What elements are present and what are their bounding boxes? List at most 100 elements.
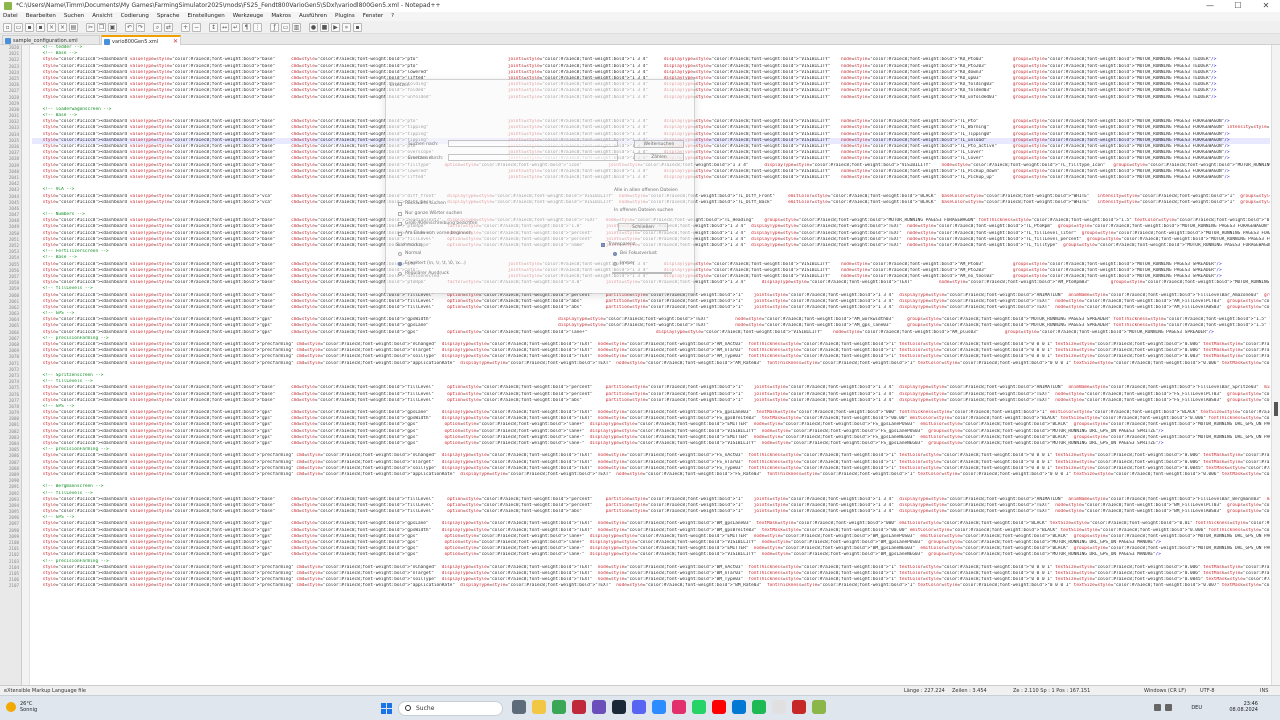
minimize-button[interactable]: — [1196,0,1224,12]
search-input[interactable] [448,140,618,147]
scrollbar-thumb[interactable] [1274,402,1278,416]
status-encoding[interactable]: UTF-8 [1200,688,1215,694]
transparency-slider[interactable] [612,272,672,274]
stop-macro-icon[interactable]: ■ [320,22,329,32]
zoom-in-icon[interactable]: + [181,22,190,32]
menu-makros[interactable]: Makros [271,12,291,21]
save-all-icon[interactable]: ▪ [36,22,45,32]
record-macro-icon[interactable]: ● [309,22,318,32]
replace-all-open-files[interactable]: Alle in allen offenen Dateien [614,188,678,193]
discord-icon[interactable] [632,700,646,714]
count-button[interactable]: Zählen [634,153,684,161]
instagram-icon[interactable] [672,700,686,714]
transparency-always-radio[interactable] [613,262,617,266]
language-indicator[interactable]: DEU [1191,705,1202,711]
code-line[interactable]: style="color:#1c1cc8"><dashboard valueTy… [32,361,1270,367]
app-red2-icon[interactable] [792,700,806,714]
menu-sprache[interactable]: Sprache [157,12,180,21]
find-replace-dialog[interactable]: Ersetzen Suchen nach: Ersetzen durch: We… [385,79,695,294]
folder-workspace-icon[interactable]: ▭ [281,22,290,32]
spotify-icon[interactable] [752,700,766,714]
vertical-scrollbar[interactable] [1271,45,1280,685]
code-line[interactable]: style="color:#1c1cc8"><dashboard valueTy… [32,472,1270,478]
notepadpp-taskbar-icon[interactable] [812,700,826,714]
youtube-icon[interactable] [712,700,726,714]
code-line[interactable]: style="color:#1c1cc8"><dashboard valueTy… [32,64,1270,70]
status-eol[interactable]: Windows (CR LF) [1144,688,1186,694]
save-icon[interactable]: ▪ [25,22,34,32]
menu-suchen[interactable]: Suchen [64,12,84,21]
menu-help[interactable]: ? [391,12,394,21]
menu-ansicht[interactable]: Ansicht [92,12,112,21]
sync-vertical-icon[interactable]: ↕ [209,22,218,32]
replace-icon[interactable]: ⇄ [164,22,173,32]
menu-bearbeiten[interactable]: Bearbeiten [26,12,56,21]
redo-icon[interactable]: ↷ [136,22,145,32]
app-tray-icon[interactable] [1165,704,1172,711]
paste-icon[interactable]: ▣ [108,22,117,32]
find-icon[interactable]: ⌕ [153,22,162,32]
new-file-icon[interactable]: ▫ [3,22,12,32]
start-button[interactable] [381,703,392,714]
wrap-around-checkbox[interactable] [398,232,402,236]
run-macro-multiple-icon[interactable]: » [342,22,351,32]
menu-datei[interactable]: Datei [3,12,18,21]
code-line[interactable]: style="color:#1c1cc8"><dashboard valueTy… [32,392,1270,398]
fold-margin[interactable] [22,45,30,685]
menu-plugins[interactable]: Plugins [335,12,355,21]
chevron-up-icon[interactable] [1154,704,1161,711]
sync-horizontal-icon[interactable]: ↔ [220,22,229,32]
function-list-icon[interactable]: ƒ [270,22,279,32]
tab-vario800gen5[interactable]: vario800Gen5.xml ✕ [101,35,181,45]
menu-werkzeuge[interactable]: Werkzeuge [233,12,264,21]
maximize-button[interactable]: ☐ [1224,0,1252,12]
whole-word-checkbox[interactable] [398,212,402,216]
close-file-icon[interactable]: × [47,22,56,32]
steam-icon[interactable] [612,700,626,714]
app-white-icon[interactable] [772,700,786,714]
zoom-out-icon[interactable]: − [192,22,201,32]
transparency-checkbox[interactable] [601,243,605,247]
code-line[interactable]: style="color:#1c1cc8"><dashboard valueTy… [32,552,1270,558]
code-line[interactable]: style="color:#1c1cc8"><dashboard valueTy… [32,385,1270,391]
code-line[interactable]: style="color:#1c1cc8"><dashboard valueTy… [32,422,1270,428]
in-open-files-label[interactable]: In offenen Dateien suchen [614,208,673,213]
code-line[interactable]: style="color:#1c1cc8"><dashboard valueTy… [32,398,1270,404]
document-map-icon[interactable]: ▥ [292,22,301,32]
play-macro-icon[interactable]: ▶ [331,22,340,32]
mode-extended-radio[interactable] [398,262,402,266]
code-line[interactable]: style="color:#1c1cc8"><dashboard valueTy… [32,441,1270,447]
cut-icon[interactable]: ✂ [86,22,95,32]
indent-guide-icon[interactable]: ⋮ [253,22,262,32]
close-button[interactable]: ✕ [1252,0,1280,12]
code-line[interactable]: style="color:#1c1cc8"><dashboard valueTy… [32,509,1270,515]
tab-sample-configuration[interactable]: sample_configuration.xml [2,35,100,45]
taskbar-search[interactable]: Suche [398,701,503,716]
open-file-icon[interactable]: ▭ [14,22,23,32]
find-next-button[interactable]: Weitersuchen [634,140,684,148]
clock[interactable]: 23:46 08.08.2024 [1229,701,1258,713]
undo-icon[interactable]: ↶ [125,22,134,32]
close-dialog-button[interactable]: Schließen [618,223,668,231]
menu-codierung[interactable]: Codierung [121,12,149,21]
menu-ausfuehren[interactable]: Ausführen [299,12,327,21]
word-wrap-icon[interactable]: ↵ [231,22,240,32]
code-line[interactable]: style="color:#1c1cc8"><dashboard valueTy… [32,57,1270,63]
app-red-icon[interactable] [572,700,586,714]
code-line[interactable]: style="color:#1c1cc8"><dashboard valueTy… [32,305,1270,311]
file-explorer-icon[interactable] [532,700,546,714]
copy-icon[interactable]: ❐ [97,22,106,32]
task-view-icon[interactable] [512,700,526,714]
save-macro-icon[interactable]: ▪ [353,22,362,32]
mode-normal-radio[interactable] [398,252,402,256]
backward-checkbox[interactable] [398,202,402,206]
chrome-icon[interactable] [552,700,566,714]
transparency-focus-radio[interactable] [613,252,617,256]
app-blue-icon[interactable] [652,700,666,714]
edge-icon[interactable] [732,700,746,714]
app-purple-icon[interactable] [592,700,606,714]
mode-regex-radio[interactable] [398,272,402,276]
print-icon[interactable]: ▤ [69,22,78,32]
match-case-checkbox[interactable] [398,222,402,226]
show-all-chars-icon[interactable]: ¶ [242,22,251,32]
